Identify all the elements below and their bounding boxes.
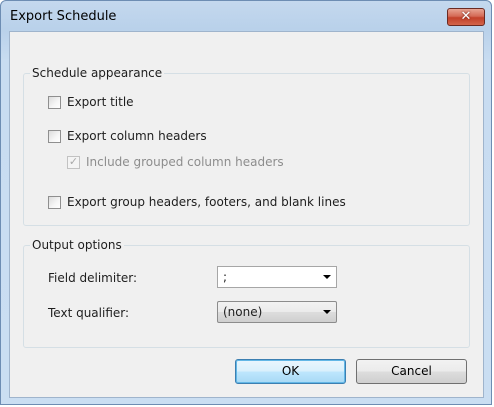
- include-grouped-headers-label: Include grouped column headers: [86, 155, 284, 169]
- export-schedule-dialog: Export Schedule ✕ Schedule appearance Ex…: [0, 0, 492, 405]
- checkmark-icon: ✓: [68, 155, 79, 168]
- close-button[interactable]: ✕: [447, 8, 485, 26]
- dialog-body: Schedule appearance Export title Export …: [9, 31, 484, 398]
- export-group-headers-checkbox[interactable]: [48, 196, 61, 209]
- export-title-checkbox[interactable]: [48, 96, 61, 109]
- include-grouped-headers-checkbox: ✓: [67, 155, 80, 169]
- output-options-title: Output options: [30, 238, 124, 252]
- chevron-down-icon: [323, 310, 331, 314]
- text-qualifier-label: Text qualifier:: [48, 306, 130, 320]
- field-delimiter-label: Field delimiter:: [48, 271, 138, 285]
- close-icon: ✕: [460, 9, 472, 24]
- export-title-label: Export title: [67, 95, 134, 109]
- field-delimiter-select[interactable]: ;: [217, 266, 337, 288]
- cancel-button[interactable]: Cancel: [356, 359, 467, 384]
- schedule-appearance-group: Schedule appearance Export title Export …: [23, 66, 470, 226]
- schedule-appearance-title: Schedule appearance: [30, 66, 165, 80]
- text-qualifier-select[interactable]: (none): [217, 301, 337, 323]
- export-column-headers-label: Export column headers: [67, 129, 207, 143]
- dialog-title: Export Schedule: [10, 9, 117, 24]
- field-delimiter-value: ;: [223, 270, 228, 284]
- chevron-down-icon: [323, 275, 331, 279]
- output-options-group: Output options Field delimiter: ; Text q…: [23, 238, 470, 348]
- export-group-headers-label: Export group headers, footers, and blank…: [67, 195, 346, 209]
- text-qualifier-value: (none): [223, 305, 263, 319]
- ok-button[interactable]: OK: [235, 359, 346, 384]
- export-column-headers-checkbox[interactable]: [48, 130, 61, 143]
- title-bar[interactable]: Export Schedule ✕: [1, 1, 491, 31]
